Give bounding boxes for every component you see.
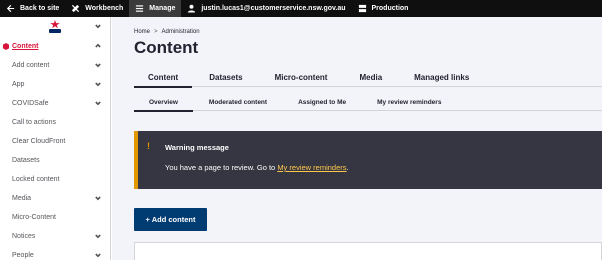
subtab-moderated-content[interactable]: Moderated content bbox=[209, 93, 267, 111]
primary-tabs: Content Datasets Micro-content Media Man… bbox=[134, 67, 602, 88]
main-content: Home > Administration Content Content Da… bbox=[112, 17, 602, 260]
environment-label: Production bbox=[371, 5, 409, 12]
breadcrumb-administration[interactable]: Administration bbox=[162, 29, 200, 35]
tools-icon bbox=[72, 4, 80, 13]
sidebar-item-label: COVIDSafe bbox=[12, 100, 49, 107]
cube-icon bbox=[3, 43, 9, 50]
breadcrumb: Home > Administration bbox=[134, 29, 200, 35]
warning-text-end: . bbox=[346, 163, 349, 172]
server-icon bbox=[358, 4, 366, 13]
chevron-down-icon bbox=[95, 233, 101, 239]
subtab-assigned-to-me[interactable]: Assigned to Me bbox=[298, 93, 346, 111]
sidebar-item-add-content[interactable]: Add content bbox=[0, 56, 110, 75]
sidebar-item-media[interactable]: Media bbox=[0, 189, 110, 208]
chevron-down-icon bbox=[95, 195, 101, 201]
breadcrumb-separator: > bbox=[154, 29, 158, 35]
workbench-label: Workbench bbox=[85, 5, 124, 12]
sidebar-item-clear-cloudfront[interactable]: Clear CloudFront bbox=[0, 132, 110, 151]
waratah-icon bbox=[50, 20, 60, 29]
sidebar-item-label: Clear CloudFront bbox=[12, 138, 66, 145]
back-to-site-label: Back to site bbox=[20, 5, 60, 12]
subtab-overview[interactable]: Overview bbox=[134, 93, 193, 112]
chevron-up-icon bbox=[95, 43, 101, 49]
sidebar-item-label: Call to actions bbox=[12, 119, 56, 126]
nsw-logo[interactable] bbox=[49, 20, 61, 34]
sidebar-item-people[interactable]: People bbox=[0, 246, 110, 260]
sidebar-item-label: Media bbox=[12, 195, 32, 202]
chevron-down-icon bbox=[95, 62, 101, 68]
warning-message: ! Warning message You have a page to rev… bbox=[134, 131, 602, 189]
tab-content[interactable]: Content bbox=[134, 67, 193, 88]
warning-title: Warning message bbox=[165, 143, 229, 152]
content-panel bbox=[134, 242, 602, 260]
arrow-left-icon bbox=[6, 4, 15, 13]
add-content-button[interactable]: + Add content bbox=[134, 208, 207, 231]
admin-sidebar: Content Add content App COVIDSafe Call t… bbox=[0, 17, 111, 260]
chevron-down-icon bbox=[95, 252, 101, 258]
admin-toolbar: Back to site Workbench Manage justin.luc… bbox=[0, 0, 602, 17]
sidebar-item-label: People bbox=[12, 252, 34, 259]
sidebar-item-micro-content[interactable]: Micro-Content bbox=[0, 208, 110, 227]
sidebar-item-content[interactable]: Content bbox=[0, 37, 110, 56]
environment-indicator[interactable]: Production bbox=[352, 0, 415, 17]
secondary-tabs: Overview Moderated content Assigned to M… bbox=[134, 93, 602, 112]
sidebar-item-label: Add content bbox=[12, 62, 50, 69]
breadcrumb-home[interactable]: Home bbox=[134, 29, 150, 35]
page-title: Content bbox=[134, 38, 199, 57]
logo-wordmark bbox=[49, 29, 61, 33]
workbench-link[interactable]: Workbench bbox=[65, 0, 129, 17]
sidebar-item-label: Datasets bbox=[12, 157, 40, 164]
sidebar-item-app[interactable]: App bbox=[0, 75, 110, 94]
tab-managed-links[interactable]: Managed links bbox=[399, 67, 484, 87]
tab-micro-content[interactable]: Micro-content bbox=[260, 67, 343, 87]
manage-label: Manage bbox=[149, 5, 176, 12]
sidebar-item-notices[interactable]: Notices bbox=[0, 227, 110, 246]
tab-datasets[interactable]: Datasets bbox=[194, 67, 257, 87]
chevron-down-icon[interactable] bbox=[95, 23, 101, 29]
sidebar-item-label: Micro-Content bbox=[12, 214, 56, 221]
user-account-link[interactable]: justin.lucas1@customerservice.nsw.gov.au bbox=[181, 0, 351, 17]
chevron-down-icon bbox=[95, 100, 101, 106]
sidebar-item-label: Notices bbox=[12, 233, 36, 240]
user-label: justin.lucas1@customerservice.nsw.gov.au bbox=[201, 5, 346, 12]
sidebar-item-datasets[interactable]: Datasets bbox=[0, 151, 110, 170]
warning-text: You have a page to review. Go to My revi… bbox=[165, 163, 349, 172]
sidebar-item-label: Locked content bbox=[12, 176, 60, 183]
warning-icon: ! bbox=[147, 141, 150, 151]
subtab-my-review-reminders[interactable]: My review reminders bbox=[377, 93, 441, 111]
my-review-reminders-link[interactable]: My review reminders bbox=[277, 163, 346, 172]
tab-media[interactable]: Media bbox=[344, 67, 397, 87]
sidebar-item-locked-content[interactable]: Locked content bbox=[0, 170, 110, 189]
back-to-site-link[interactable]: Back to site bbox=[0, 0, 65, 17]
sidebar-item-label: App bbox=[12, 81, 25, 88]
warning-text-start: You have a page to review. Go to bbox=[165, 163, 278, 172]
user-icon bbox=[188, 4, 196, 13]
sidebar-item-covidsafe[interactable]: COVIDSafe bbox=[0, 94, 110, 113]
sidebar-item-label: Content bbox=[12, 43, 39, 50]
manage-tab[interactable]: Manage bbox=[129, 0, 182, 17]
menu-icon bbox=[136, 5, 144, 12]
sidebar-header bbox=[0, 17, 110, 37]
chevron-down-icon bbox=[95, 81, 101, 87]
sidebar-item-call-to-actions[interactable]: Call to actions bbox=[0, 113, 110, 132]
